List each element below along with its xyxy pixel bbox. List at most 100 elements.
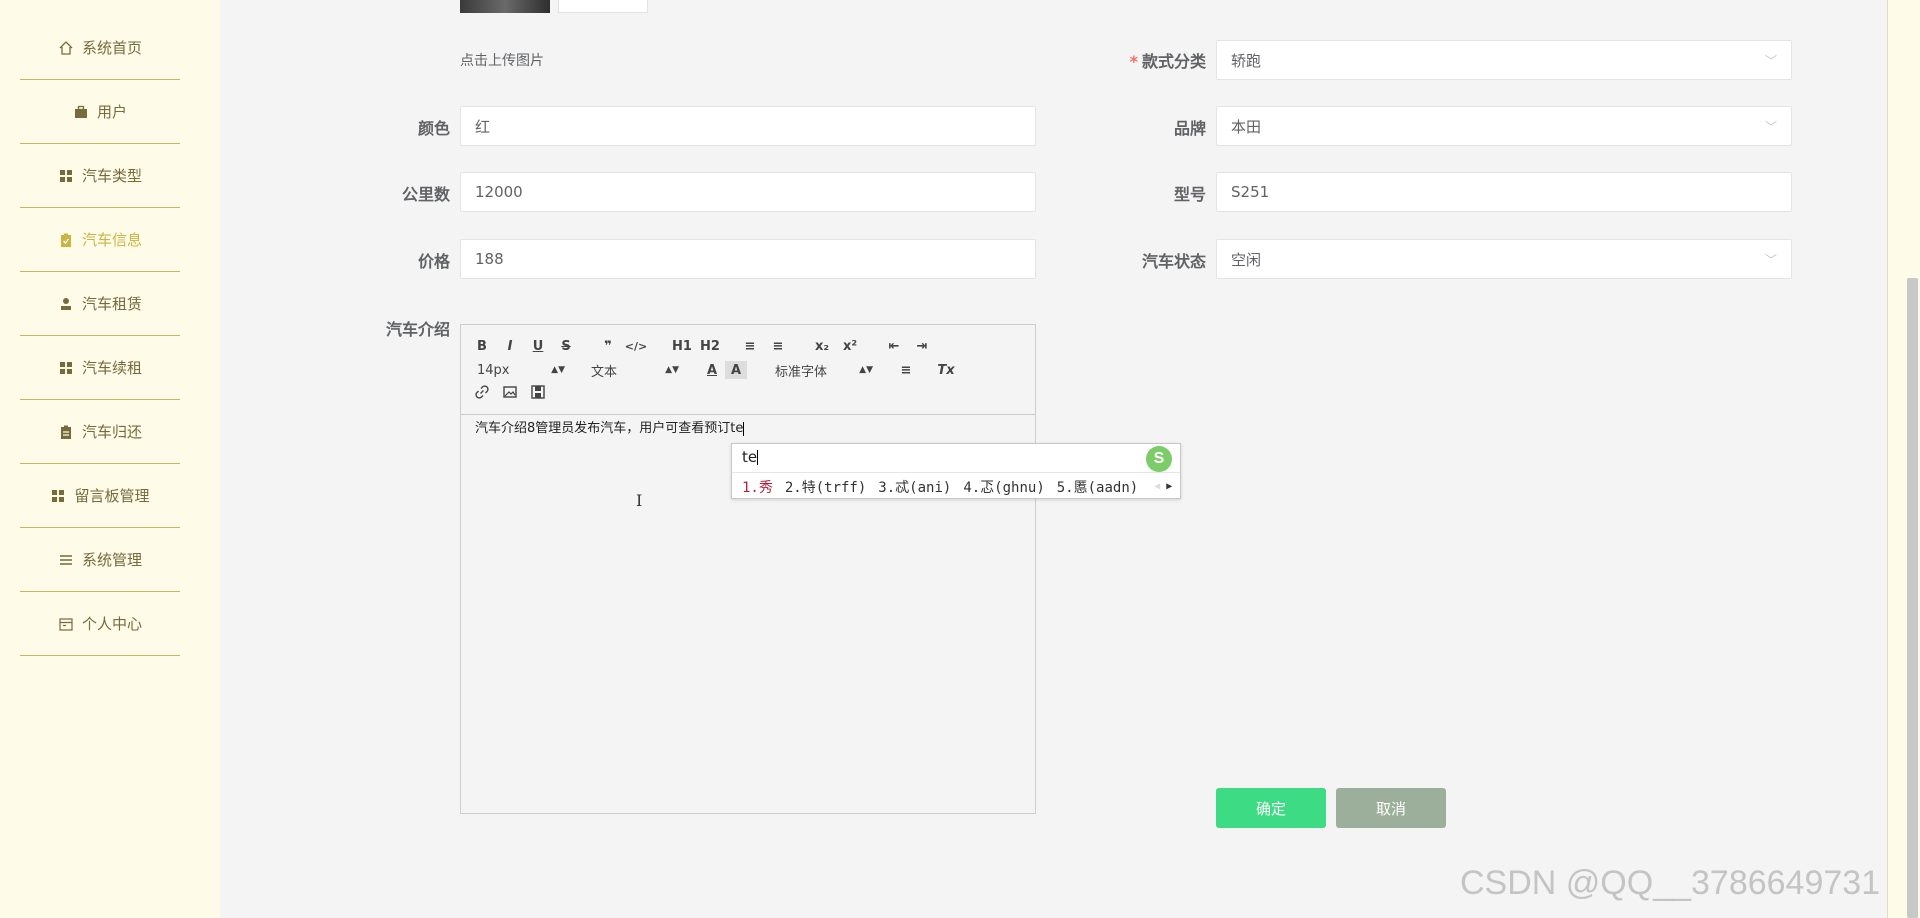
- upload-box[interactable]: [558, 0, 648, 13]
- sidebar: 系统首页 用户 汽车类型 汽车信息 汽车租赁 汽车续租 汽车归还 留言板管理 系…: [0, 0, 220, 918]
- block-format-select[interactable]: 文本 ▲▼: [591, 361, 679, 380]
- ime-candidate-popup: te S 1.秀 2.特(trff) 3.忒(ani) 4.忑(ghnu) 5.…: [731, 443, 1181, 499]
- style-category-select[interactable]: 轿跑 ﹀: [1216, 40, 1792, 80]
- sidebar-item-label: 汽车续租: [81, 359, 142, 377]
- sidebar-item-label: 汽车租赁: [81, 295, 142, 313]
- sidebar-item-car-return[interactable]: 汽车归还: [20, 400, 180, 464]
- style-category-value: 轿跑: [1231, 51, 1262, 70]
- ibeam-cursor-icon: I: [636, 491, 643, 510]
- font-size-select[interactable]: 14px ▲▼: [477, 361, 565, 379]
- font-family-select[interactable]: 标准字体 ▲▼: [775, 361, 873, 380]
- watermark: CSDN @QQ__3786649731: [1460, 864, 1881, 902]
- sidebar-item-car-rental[interactable]: 汽车租赁: [20, 272, 180, 336]
- indent-button[interactable]: ⇥: [911, 337, 933, 355]
- mileage-value: 12000: [475, 183, 523, 201]
- brand-select[interactable]: 本田 ﹀: [1216, 106, 1792, 146]
- model-input[interactable]: S251: [1216, 172, 1792, 212]
- image-icon: [503, 385, 517, 403]
- bold-button[interactable]: B: [471, 337, 493, 355]
- sidebar-item-label: 个人中心: [81, 615, 142, 633]
- grid-icon: [50, 488, 66, 504]
- editor-content[interactable]: 汽车介绍8管理员发布汽车，用户可查看预订te: [461, 417, 1035, 436]
- briefcase-icon: [73, 104, 89, 120]
- cancel-button[interactable]: 取消: [1336, 788, 1446, 828]
- price-input[interactable]: 188: [460, 239, 1036, 279]
- outdent-button[interactable]: ⇤: [883, 337, 905, 355]
- ime-candidate[interactable]: 3.忒(ani): [878, 477, 951, 497]
- block-format-value: 文本: [591, 364, 618, 380]
- calendar-icon: [58, 616, 74, 632]
- header-1-button[interactable]: H1: [669, 337, 695, 355]
- sidebar-item-system[interactable]: 系统管理: [20, 528, 180, 592]
- color-label: 颜色: [417, 119, 450, 138]
- ordered-list-button[interactable]: ≡: [739, 337, 761, 355]
- link-icon: [475, 385, 489, 403]
- chevron-down-icon: ﹀: [1764, 252, 1777, 267]
- up-down-arrow-icon: ▲▼: [859, 365, 873, 375]
- sidebar-item-car-info[interactable]: 汽车信息: [20, 208, 180, 272]
- strike-button[interactable]: S: [555, 337, 577, 355]
- text-caret: [743, 421, 745, 436]
- status-value: 空闲: [1231, 250, 1262, 269]
- editor-text: 汽车介绍8管理员发布汽车，用户可查看预订te: [475, 421, 744, 436]
- up-down-arrow-icon: ▲▼: [551, 365, 565, 375]
- ime-candidates: 1.秀 2.特(trff) 3.忒(ani) 4.忑(ghnu) 5.慝(aad…: [732, 472, 1180, 500]
- required-asterisk: *: [1129, 52, 1138, 71]
- link-button[interactable]: [471, 385, 493, 403]
- uploaded-image-thumbnail[interactable]: [460, 0, 550, 13]
- sogou-logo-icon: S: [1146, 446, 1172, 472]
- clipboard-icon: [58, 232, 74, 248]
- header-2-button[interactable]: H2: [697, 337, 723, 355]
- sidebar-item-message-board[interactable]: 留言板管理: [20, 464, 180, 528]
- user-icon: [58, 296, 74, 312]
- price-label: 价格: [417, 252, 450, 271]
- up-down-arrow-icon: ▲▼: [665, 365, 679, 375]
- background-color-button[interactable]: A: [725, 361, 747, 379]
- ime-candidate[interactable]: 4.忑(ghnu): [963, 477, 1044, 497]
- confirm-button[interactable]: 确定: [1216, 788, 1326, 828]
- clear-format-button[interactable]: Tx: [935, 361, 957, 379]
- sidebar-item-label: 汽车信息: [81, 231, 142, 249]
- rich-text-editor: B I U S ❞ </> H1 H2 ≡ ≡ x₂ x² ⇤ ⇥ 14px ▲▼…: [460, 324, 1036, 814]
- align-button[interactable]: ≡: [895, 361, 917, 379]
- price-value: 188: [475, 250, 504, 268]
- italic-button[interactable]: I: [499, 337, 521, 355]
- image-button[interactable]: [499, 385, 521, 403]
- model-value: S251: [1231, 183, 1270, 201]
- ime-candidate[interactable]: 2.特(trff): [785, 477, 866, 497]
- text-color-button[interactable]: A: [701, 361, 723, 379]
- ime-prev-page-icon[interactable]: ◀: [1154, 481, 1160, 492]
- superscript-button[interactable]: x²: [839, 337, 861, 355]
- chevron-down-icon: ﹀: [1764, 119, 1777, 134]
- sidebar-item-car-types[interactable]: 汽车类型: [20, 144, 180, 208]
- blockquote-button[interactable]: ❞: [597, 337, 619, 355]
- sidebar-item-users[interactable]: 用户: [20, 80, 180, 144]
- sidebar-item-home[interactable]: 系统首页: [20, 16, 180, 80]
- color-value: 红: [475, 117, 491, 136]
- font-size-value: 14px: [477, 362, 510, 378]
- sidebar-item-label: 汽车类型: [81, 167, 142, 185]
- upload-hint: 点击上传图片: [460, 53, 544, 69]
- mileage-input[interactable]: 12000: [460, 172, 1036, 212]
- sidebar-item-car-renewal[interactable]: 汽车续租: [20, 336, 180, 400]
- status-select[interactable]: 空闲 ﹀: [1216, 239, 1792, 279]
- sidebar-item-profile[interactable]: 个人中心: [20, 592, 180, 656]
- video-button[interactable]: [527, 385, 549, 403]
- sidebar-item-label: 系统首页: [81, 39, 142, 57]
- ime-next-page-icon[interactable]: ▶: [1166, 481, 1172, 492]
- clipboard-icon: [58, 424, 74, 440]
- grid-icon: [58, 360, 74, 376]
- ime-input-text: te: [742, 448, 758, 466]
- ime-candidate[interactable]: 5.慝(aadn): [1057, 477, 1138, 497]
- code-block-button[interactable]: </>: [625, 337, 647, 355]
- color-input[interactable]: 红: [460, 106, 1036, 146]
- subscript-button[interactable]: x₂: [811, 337, 833, 355]
- intro-label: 汽车介绍: [385, 320, 450, 339]
- sidebar-item-label: 系统管理: [81, 551, 142, 569]
- scrollbar-thumb[interactable]: [1907, 278, 1918, 918]
- bullet-list-button[interactable]: ≡: [767, 337, 789, 355]
- underline-button[interactable]: U: [527, 337, 549, 355]
- list-icon: [58, 552, 74, 568]
- style-category-label: * 款式分类: [1129, 52, 1206, 71]
- ime-candidate[interactable]: 1.秀: [742, 477, 773, 497]
